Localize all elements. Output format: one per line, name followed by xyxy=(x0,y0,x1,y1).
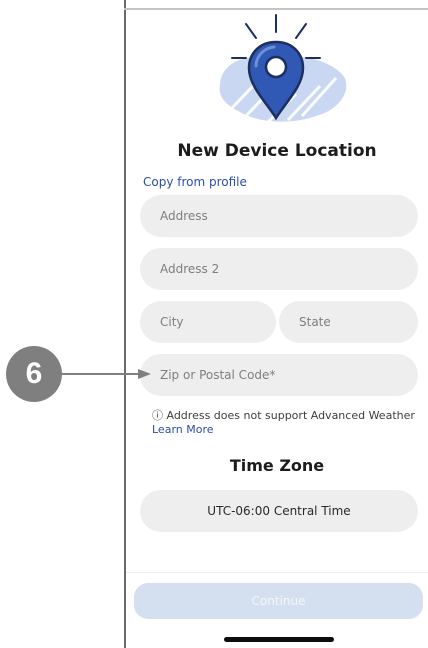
copy-from-profile-link[interactable]: Copy from profile xyxy=(143,175,247,189)
zip-code-placeholder: Zip or Postal Code* xyxy=(160,368,276,382)
location-pin-icon xyxy=(219,14,347,124)
continue-button[interactable]: Continue xyxy=(134,583,423,619)
home-indicator xyxy=(224,637,334,642)
phone-frame-edge xyxy=(124,0,126,648)
callout-number: 6 xyxy=(25,357,43,390)
time-zone-heading: Time Zone xyxy=(229,456,325,475)
time-zone-selector[interactable]: UTC-06:00 Central Time xyxy=(140,490,418,532)
address2-placeholder: Address 2 xyxy=(160,262,220,276)
screen: New Device Location Copy from profile Ad… xyxy=(0,0,428,648)
footer-divider xyxy=(126,572,428,573)
city-placeholder: City xyxy=(160,315,184,329)
state-placeholder: State xyxy=(299,315,331,329)
continue-label: Continue xyxy=(251,594,306,608)
page-title: New Device Location xyxy=(177,141,377,161)
callout-arrow-icon xyxy=(62,369,151,379)
city-field[interactable]: City xyxy=(140,301,276,343)
zip-code-field[interactable]: Zip or Postal Code* xyxy=(140,354,418,396)
address-placeholder: Address xyxy=(160,209,208,223)
callout-number-badge: 6 xyxy=(6,346,62,402)
address-field[interactable]: Address xyxy=(140,195,418,237)
address2-field[interactable]: Address 2 xyxy=(140,248,418,290)
time-zone-value: UTC-06:00 Central Time xyxy=(207,504,351,518)
advanced-weather-notice: ⓘ Address does not support Advanced Weat… xyxy=(152,409,415,422)
state-field[interactable]: State xyxy=(279,301,418,343)
learn-more-link[interactable]: Learn More xyxy=(152,423,214,436)
phone-frame-top xyxy=(124,8,428,10)
